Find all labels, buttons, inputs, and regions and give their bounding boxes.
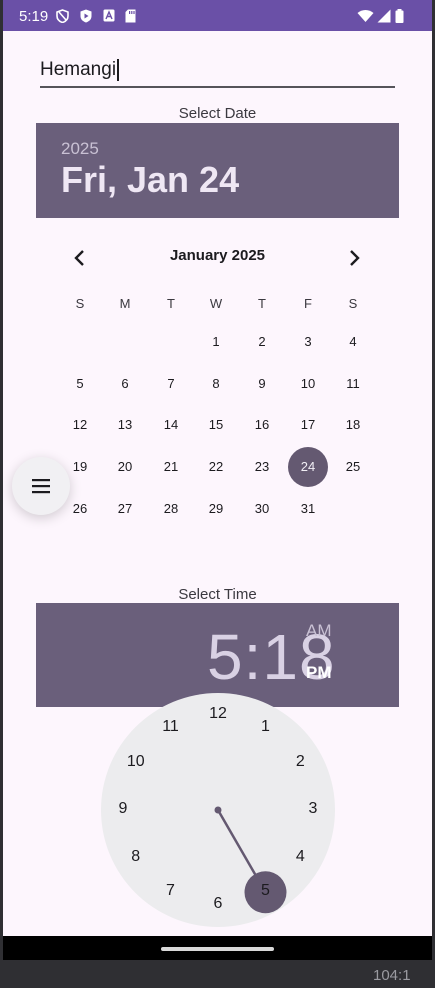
calendar-day[interactable]: 13 — [105, 405, 145, 445]
calendar-day-selected[interactable]: 24 — [288, 447, 328, 487]
vpn-shield-icon — [56, 9, 69, 23]
clock-dial[interactable]: 12 1 2 3 4 5 6 7 8 9 10 11 — [101, 693, 335, 927]
clock-number[interactable]: 3 — [298, 800, 328, 818]
text-caret — [117, 59, 119, 81]
calendar-day[interactable]: 11 — [333, 364, 373, 404]
calendar-day[interactable]: 4 — [333, 322, 373, 362]
calendar-day[interactable]: 16 — [242, 405, 282, 445]
navigation-bar — [3, 936, 432, 960]
date-header: 2025 Fri, Jan 24 — [36, 123, 399, 218]
clock-center-dot — [214, 806, 222, 814]
calendar-day[interactable]: 3 — [288, 322, 328, 362]
calendar-day[interactable]: 20 — [105, 447, 145, 487]
calendar-day[interactable]: 17 — [288, 405, 328, 445]
calendar-day[interactable]: 27 — [105, 489, 145, 529]
month-title: January 2025 — [169, 247, 266, 264]
calendar-day[interactable]: 25 — [333, 447, 373, 487]
selected-date-text: Fri, Jan 24 — [61, 159, 240, 200]
calendar-day[interactable]: 23 — [242, 447, 282, 487]
weekday-header: W — [209, 296, 223, 311]
calendar-day[interactable]: 10 — [288, 364, 328, 404]
calendar-day[interactable]: 12 — [60, 405, 100, 445]
wifi-icon — [357, 10, 374, 22]
chevron-right-icon — [350, 250, 360, 266]
a-badge-icon — [103, 9, 115, 22]
clock-number[interactable]: 8 — [121, 848, 151, 866]
sd-card-icon — [125, 9, 136, 23]
calendar-day[interactable]: 22 — [196, 447, 236, 487]
weekday-header: F — [304, 296, 312, 311]
calendar-day[interactable]: 7 — [151, 364, 191, 404]
clock-number[interactable]: 6 — [203, 895, 233, 913]
clock-number[interactable]: 11 — [156, 718, 186, 736]
battery-icon — [395, 9, 404, 23]
status-bar: 5:19 — [3, 0, 432, 31]
calendar-day[interactable]: 29 — [196, 489, 236, 529]
signal-icon — [377, 9, 391, 23]
clock-number[interactable]: 4 — [285, 848, 315, 866]
select-date-label: Select Date — [178, 105, 257, 122]
calendar-day[interactable]: 8 — [196, 364, 236, 404]
weekday-header: S — [75, 296, 85, 311]
clock-number[interactable]: 2 — [285, 753, 315, 771]
calendar-day[interactable]: 30 — [242, 489, 282, 529]
clock-number[interactable]: 12 — [203, 705, 233, 723]
cursor-position-readout: 104:1 — [373, 967, 411, 984]
play-protect-icon — [80, 9, 92, 23]
menu-fab[interactable] — [12, 457, 70, 515]
am-toggle[interactable]: AM — [306, 621, 332, 641]
menu-icon — [32, 479, 50, 494]
time-separator: : — [243, 621, 263, 693]
home-gesture-pill[interactable] — [161, 947, 274, 951]
calendar-day[interactable]: 2 — [242, 322, 282, 362]
status-time: 5:19 — [19, 8, 49, 25]
clock-number[interactable]: 1 — [251, 718, 281, 736]
clock-number[interactable]: 7 — [156, 882, 186, 900]
calendar-day[interactable]: 28 — [151, 489, 191, 529]
calendar-day[interactable]: 14 — [151, 405, 191, 445]
date-year[interactable]: 2025 — [61, 139, 99, 159]
clock-number[interactable]: 9 — [108, 800, 138, 818]
calendar-day[interactable]: 31 — [288, 489, 328, 529]
weekday-header: M — [119, 296, 131, 311]
time-header: 5:18 AM PM — [36, 603, 399, 707]
pm-toggle[interactable]: PM — [306, 663, 332, 683]
calendar-day[interactable]: 6 — [105, 364, 145, 404]
calendar-day[interactable]: 1 — [196, 322, 236, 362]
clock-number[interactable]: 10 — [121, 753, 151, 771]
select-time-label: Select Time — [178, 586, 257, 603]
calendar-day[interactable]: 5 — [60, 364, 100, 404]
name-input[interactable] — [40, 56, 395, 88]
weekday-header: T — [167, 296, 175, 311]
weekday-header: S — [348, 296, 358, 311]
calendar-day[interactable]: 18 — [333, 405, 373, 445]
next-month-button[interactable] — [342, 246, 366, 270]
calendar-day[interactable]: 15 — [196, 405, 236, 445]
calendar-day[interactable]: 21 — [151, 447, 191, 487]
phone-screen: 5:19 Hemangi Select Date 2025 Fri, Jan 2… — [3, 0, 432, 960]
weekday-header: T — [258, 296, 266, 311]
calendar-day[interactable]: 9 — [242, 364, 282, 404]
clock-number[interactable]: 5 — [251, 882, 281, 900]
hour-display[interactable]: 5 — [207, 621, 244, 693]
